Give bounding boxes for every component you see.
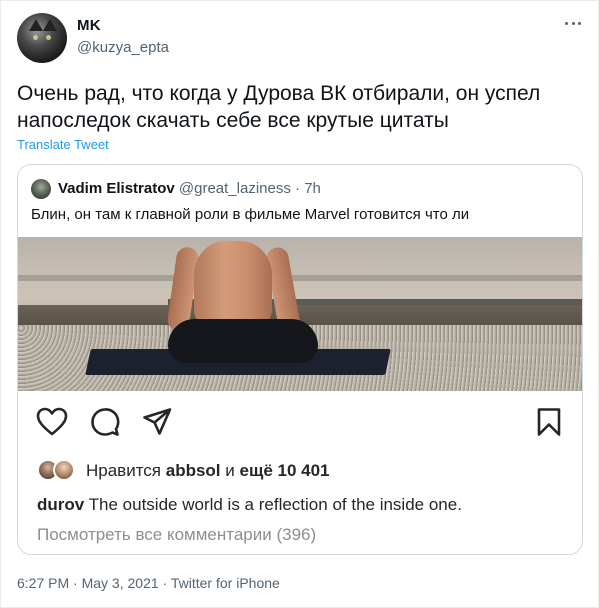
quote-header: Vadim Elistratov @great_laziness · 7h (58, 180, 321, 197)
post-photo (18, 237, 582, 391)
more-icon[interactable] (565, 15, 581, 31)
view-comments-link[interactable]: Посмотреть все комментарии (396) (37, 525, 316, 545)
quote-author-name: Vadim Elistratov (58, 180, 175, 197)
tweet-time[interactable]: 6:27 PM (17, 575, 69, 591)
author-handle[interactable]: @kuzya_epta (77, 39, 169, 56)
liked-by-avatars[interactable] (37, 459, 81, 481)
tweet-text: Очень рад, что когда у Дурова ВК отбирал… (17, 82, 541, 132)
likes-count[interactable]: ещё 10 401 (240, 461, 330, 480)
likes-prefix: Нравится (86, 461, 162, 480)
translate-link[interactable]: Translate Tweet (17, 137, 109, 152)
quoted-tweet[interactable]: Vadim Elistratov @great_laziness · 7h Бл… (17, 164, 583, 555)
quote-text: Блин, он там к главной роли в фильме Mar… (31, 206, 470, 223)
quote-author-handle: @great_laziness (178, 180, 291, 197)
post-actions (18, 391, 582, 451)
bookmark-icon[interactable] (536, 407, 562, 437)
meta-separator: · (162, 575, 168, 591)
share-icon[interactable] (142, 407, 172, 437)
quote-separator: · (295, 180, 301, 197)
meta-separator: · (73, 575, 78, 591)
liker-avatar (53, 459, 75, 481)
likes-summary[interactable]: Нравится abbsol и ещё 10 401 (86, 461, 330, 481)
likes-conjunction: и (225, 461, 235, 480)
quote-time: 7h (304, 180, 321, 197)
comment-icon[interactable] (90, 407, 120, 437)
tweet-card: MK @kuzya_epta Очень рад, что когда у Ду… (0, 0, 599, 608)
author-avatar[interactable] (17, 13, 67, 63)
author-name[interactable]: MK (77, 17, 101, 34)
heart-icon[interactable] (36, 407, 68, 437)
tweet-source: Twitter for iPhone (170, 575, 280, 591)
liked-by-user[interactable]: abbsol (166, 461, 221, 480)
post-caption: durov The outside world is a reflection … (37, 495, 462, 515)
quote-author-avatar (31, 179, 51, 199)
caption-text: The outside world is a reflection of the… (88, 495, 462, 514)
caption-user[interactable]: durov (37, 495, 84, 514)
tweet-date[interactable]: May 3, 2021 (82, 575, 159, 591)
tweet-meta: 6:27 PM · May 3, 2021 · Twitter for iPho… (17, 575, 280, 591)
